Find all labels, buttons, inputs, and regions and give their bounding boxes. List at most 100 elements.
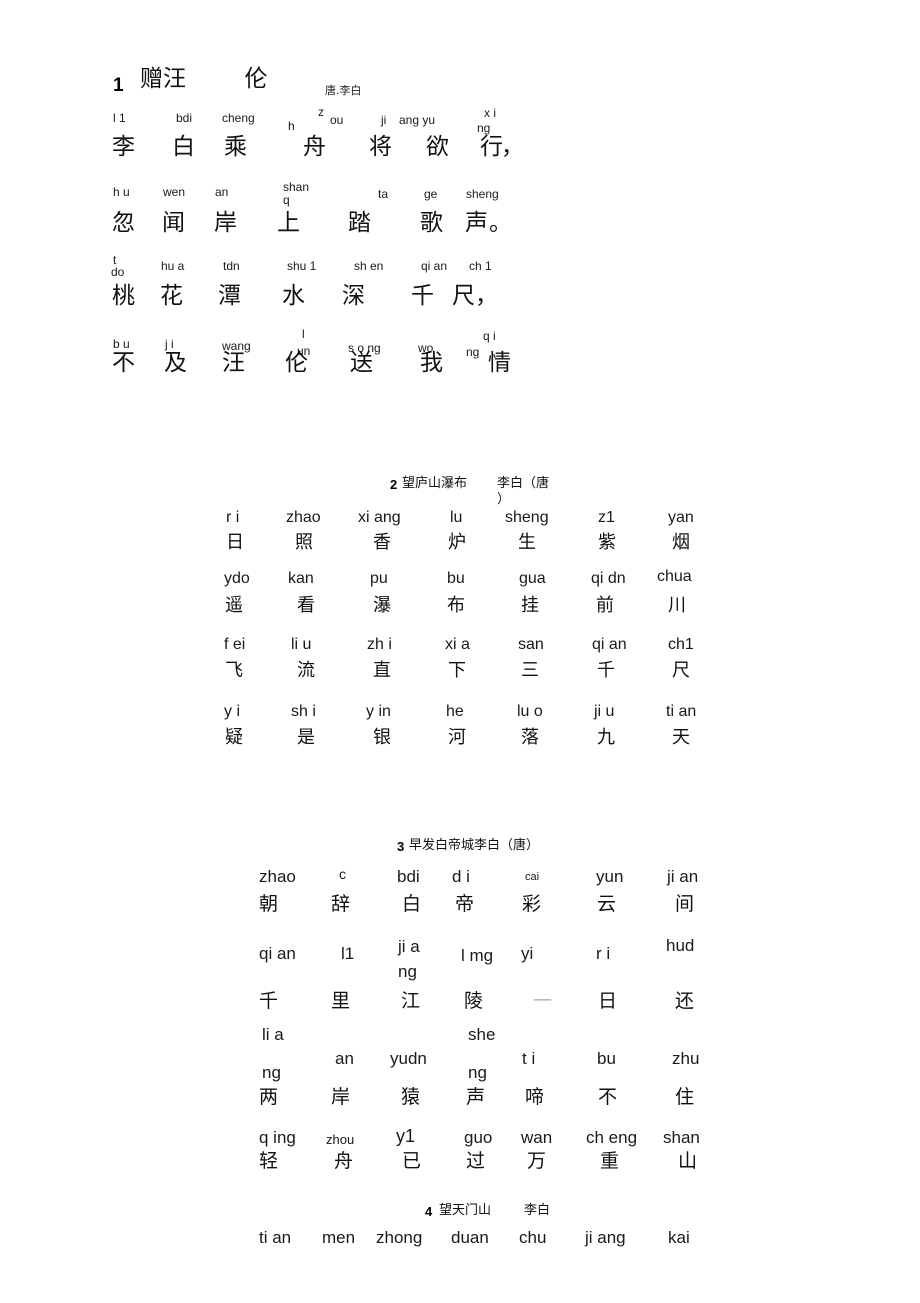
pinyin-token: c xyxy=(339,866,346,882)
pinyin-token: shu 1 xyxy=(287,259,317,273)
pinyin-token: qi an xyxy=(421,259,448,273)
han-char: 千 xyxy=(597,660,615,681)
pinyin-token: shan xyxy=(663,1128,700,1147)
pinyin-token: sh en xyxy=(354,259,384,273)
han-char: 挂 xyxy=(521,595,539,616)
pinyin-token: sheng xyxy=(505,509,549,526)
pinyin-token: xi ang xyxy=(358,509,401,526)
han-char: 潭 xyxy=(218,283,241,309)
poem-4-author: 李白 xyxy=(524,1203,551,1218)
han-char: 闻 xyxy=(162,210,185,236)
han-char: 李 xyxy=(112,134,135,160)
pinyin-token: an xyxy=(335,1049,354,1068)
han-char: 舟 xyxy=(334,1150,354,1172)
pinyin-token: x i xyxy=(484,106,496,120)
pinyin-token: h xyxy=(288,119,295,133)
han-char: 轻 xyxy=(259,1150,279,1172)
han-char: 不 xyxy=(598,1086,618,1108)
pinyin-token: zhong xyxy=(376,1228,423,1247)
pinyin-token: d i xyxy=(452,867,470,886)
pinyin-token: j i xyxy=(165,337,174,351)
han-char: 九 xyxy=(597,727,615,748)
pinyin-token: he xyxy=(446,703,464,720)
pinyin-token: do xyxy=(111,265,125,279)
han-char: 啼 xyxy=(525,1086,545,1108)
han-char: 汪 xyxy=(222,350,245,376)
pinyin-token: h u xyxy=(113,185,130,199)
han-char: 彩 xyxy=(522,893,542,915)
han-char: 忽 xyxy=(112,210,135,236)
han-char: 万 xyxy=(527,1150,547,1172)
han-char: 伦 xyxy=(285,350,308,376)
han-char: 花 xyxy=(160,283,183,309)
poem-3-number: 3 xyxy=(397,839,405,854)
pinyin-token: guo xyxy=(464,1128,493,1147)
pinyin-token: q i xyxy=(483,329,496,343)
pinyin-token: qi an xyxy=(259,944,296,963)
pinyin-token: q xyxy=(283,193,290,207)
poem-3-title: 早发白帝城李白（唐） xyxy=(409,838,540,853)
pinyin-token: ji u xyxy=(594,703,615,720)
pinyin-token: y1 xyxy=(396,1126,416,1146)
han-char: 炉 xyxy=(448,532,466,553)
pinyin-token: yun xyxy=(596,867,624,886)
pinyin-token: ch 1 xyxy=(469,259,492,273)
han-char: 猿 xyxy=(401,1086,421,1108)
pinyin-token: sh i xyxy=(291,703,316,720)
pinyin-token: ydo xyxy=(224,570,250,587)
pinyin-token: r i xyxy=(596,944,611,963)
han-char: 白 xyxy=(172,134,195,160)
pinyin-token: ti an xyxy=(666,703,697,720)
pinyin-token: l 1 xyxy=(113,111,126,125)
han-char: 烟 xyxy=(672,532,690,553)
pinyin-token: q ing xyxy=(259,1128,296,1147)
han-char: 声 xyxy=(465,210,488,236)
pinyin-token: ji xyxy=(381,113,387,127)
han-char: 欲 xyxy=(426,134,449,160)
han-char: 朝 xyxy=(259,893,279,915)
pinyin-token: chua xyxy=(657,568,692,585)
pinyin-token: lu xyxy=(450,509,463,526)
han-char: 白 xyxy=(402,893,422,915)
han-char: 落 xyxy=(521,727,539,748)
pinyin-token: bdi xyxy=(397,867,420,886)
pinyin-token: bu xyxy=(447,570,465,587)
pinyin-token: an xyxy=(215,185,229,199)
pinyin-token: ng xyxy=(466,345,480,359)
pinyin-token: sheng xyxy=(466,187,499,201)
han-char: 三 xyxy=(521,660,539,681)
han-char: 岸 xyxy=(214,210,237,236)
pinyin-token: zh i xyxy=(367,636,392,653)
pinyin-token: b u xyxy=(113,337,130,351)
han-char: 直 xyxy=(373,660,391,681)
han-char: 陵 xyxy=(464,990,484,1012)
pinyin-token: y in xyxy=(366,703,391,720)
han-char: 行 xyxy=(480,134,503,160)
pinyin-token: t i xyxy=(522,1049,536,1068)
pinyin-token: ta xyxy=(378,187,389,201)
pinyin-token: ch1 xyxy=(668,636,694,653)
han-char: 日 xyxy=(226,532,244,553)
han-char: 紫 xyxy=(598,532,616,553)
poem-4-title: 望天门山 xyxy=(439,1203,492,1218)
han-char: 里 xyxy=(331,990,351,1012)
pinyin-token: ji an xyxy=(667,867,699,886)
pinyin-token: ti an xyxy=(259,1228,292,1247)
han-char: 。 xyxy=(489,210,512,236)
han-char: ， xyxy=(475,283,498,309)
poem-2-title: 望庐山瀑布 xyxy=(402,476,468,491)
han-char: 及 xyxy=(164,350,187,376)
pinyin-token: kai xyxy=(668,1228,690,1247)
pinyin-token: f ei xyxy=(224,636,246,653)
pinyin-token: ng xyxy=(468,1063,487,1082)
pinyin-token: li u xyxy=(291,636,312,653)
pinyin-token: wan xyxy=(521,1128,553,1147)
pinyin-token: ji a xyxy=(398,937,420,956)
pinyin-token: ang yu xyxy=(399,113,436,127)
pinyin-token: zhou xyxy=(326,1132,355,1147)
han-char: 飞 xyxy=(225,660,243,681)
han-char: 流 xyxy=(297,660,315,681)
han-char: 重 xyxy=(600,1150,620,1172)
pinyin-token: r i xyxy=(226,509,240,526)
han-char: 不 xyxy=(112,350,135,376)
